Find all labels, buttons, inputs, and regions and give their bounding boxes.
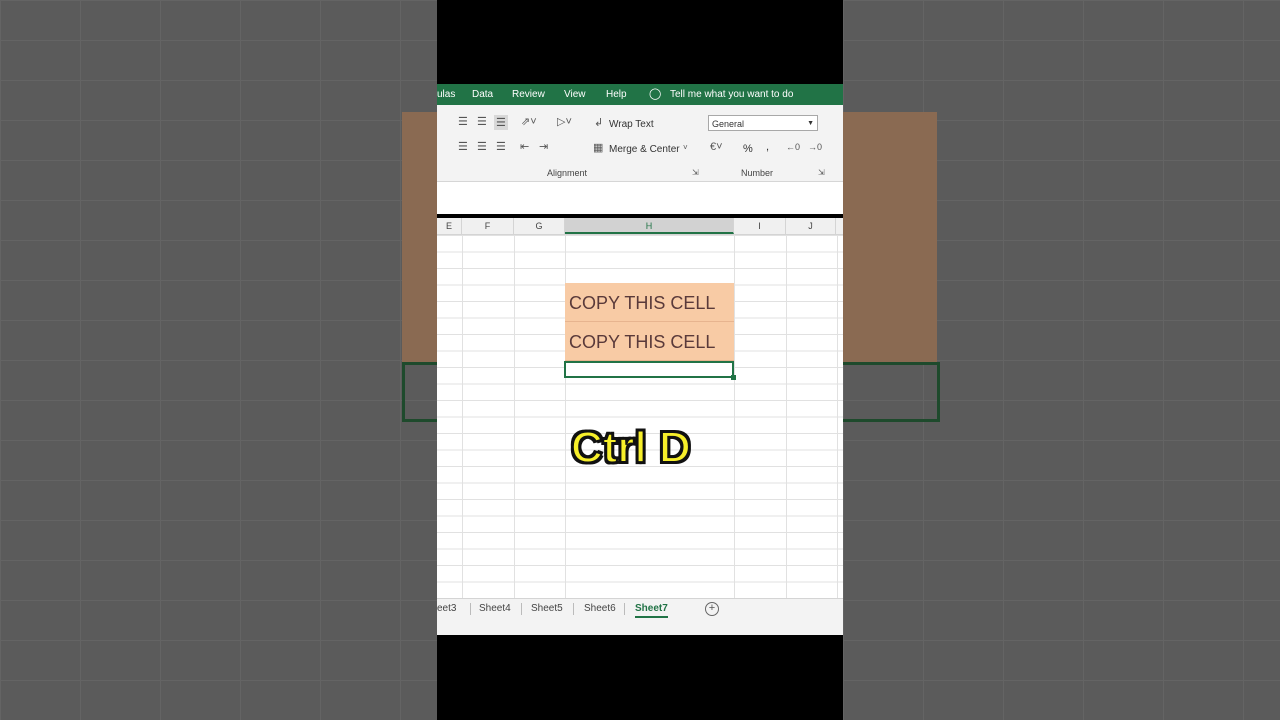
background-orange-block	[402, 112, 437, 362]
dialog-launcher-icon[interactable]: ⇲	[818, 168, 825, 177]
tab-formulas[interactable]: ulas	[437, 89, 455, 100]
shortcut-overlay-text: Ctrl D	[570, 422, 692, 473]
merge-center-icon: ▦	[593, 142, 604, 154]
ribbon-tab-bar: ulas Data Review View Help ◯ Tell me wha…	[437, 84, 843, 105]
column-header-i[interactable]: I	[734, 218, 786, 234]
increase-indent-icon[interactable]: ⇥	[539, 140, 548, 153]
fill-handle[interactable]	[731, 375, 736, 380]
column-header-h[interactable]: H	[565, 218, 734, 234]
align-bottom-icon[interactable]: ☰	[494, 115, 508, 130]
cell-h-copy-1[interactable]: COPY THIS CELL	[565, 283, 734, 322]
orientation-icon[interactable]: ⇗˅	[521, 115, 537, 128]
tab-data[interactable]: Data	[472, 89, 493, 100]
divider	[521, 603, 522, 615]
ribbon: ☰ ☰ ☰ ⇗˅ ▷˅ ☰ ☰ ☰ ⇤ ⇥ ↲ Wrap Text ▦ Merg…	[437, 105, 843, 182]
wrap-text-icon: ↲	[594, 117, 604, 129]
currency-icon[interactable]: €˅	[710, 141, 723, 153]
tab-view[interactable]: View	[564, 89, 586, 100]
column-header-e[interactable]: E	[437, 218, 462, 234]
group-label-number: Number	[741, 168, 774, 178]
dialog-launcher-icon[interactable]: ⇲	[692, 168, 699, 177]
status-bar	[437, 620, 843, 635]
wrap-text-button[interactable]: Wrap Text	[609, 119, 654, 130]
column-header-f[interactable]: F	[462, 218, 514, 234]
chevron-down-icon: ▼	[807, 120, 814, 127]
lightbulb-icon: ◯	[649, 88, 662, 100]
tab-help[interactable]: Help	[606, 89, 627, 100]
add-sheet-icon[interactable]: +	[705, 602, 719, 616]
background-right	[843, 0, 1280, 720]
sheet-tab-sheet7[interactable]: Sheet7	[635, 603, 668, 618]
divider	[573, 603, 574, 615]
comma-button[interactable]: ,	[766, 141, 769, 153]
cell-h-copy-2[interactable]: COPY THIS CELL	[565, 322, 734, 361]
align-top-icon[interactable]: ☰	[458, 115, 468, 128]
column-header-j[interactable]: J	[786, 218, 836, 234]
sheet-tab-sheet4[interactable]: Sheet4	[479, 603, 511, 614]
excel-window: ulas Data Review View Help ◯ Tell me wha…	[437, 0, 843, 720]
formula-bar-area	[437, 182, 843, 214]
merge-center-button[interactable]: Merge & Center	[609, 144, 680, 155]
increase-decimal-icon[interactable]: ←0	[786, 142, 800, 152]
align-left-icon[interactable]: ☰	[458, 140, 468, 153]
number-format-select[interactable]: General ▼	[708, 115, 818, 131]
gridline	[462, 235, 463, 598]
gridline	[514, 235, 515, 598]
divider	[470, 603, 471, 615]
align-middle-icon[interactable]: ☰	[477, 115, 487, 128]
sheet-tab-sheet5[interactable]: Sheet5	[531, 603, 563, 614]
sheet-tab-bar: eet3 Sheet4 Sheet5 Sheet6 Sheet7 +	[437, 598, 843, 621]
background-orange-block	[843, 112, 937, 362]
background-grid	[0, 0, 437, 720]
active-cell[interactable]	[564, 361, 734, 378]
chevron-down-icon[interactable]: ˅	[683, 143, 688, 152]
percent-button[interactable]: %	[743, 143, 753, 155]
divider	[624, 603, 625, 615]
decrease-indent-icon[interactable]: ⇤	[520, 140, 529, 153]
align-center-icon[interactable]: ☰	[477, 140, 487, 153]
decrease-decimal-icon[interactable]: →0	[808, 142, 822, 152]
background-selection	[843, 362, 940, 422]
gridline	[734, 235, 735, 598]
gridline	[786, 235, 787, 598]
number-format-value: General	[712, 119, 745, 129]
column-headers: E F G H I J	[437, 218, 843, 235]
sheet-tab-sheet3[interactable]: eet3	[437, 603, 456, 614]
group-label-alignment: Alignment	[547, 168, 588, 178]
tell-me-search[interactable]: Tell me what you want to do	[670, 89, 793, 100]
gridline	[837, 235, 838, 598]
align-right-icon[interactable]: ☰	[496, 140, 506, 153]
text-direction-icon[interactable]: ▷˅	[557, 115, 572, 128]
background-selection	[402, 362, 437, 422]
column-header-g[interactable]: G	[514, 218, 565, 234]
sheet-tab-sheet6[interactable]: Sheet6	[584, 603, 616, 614]
background-left	[0, 0, 437, 720]
tab-review[interactable]: Review	[512, 89, 545, 100]
